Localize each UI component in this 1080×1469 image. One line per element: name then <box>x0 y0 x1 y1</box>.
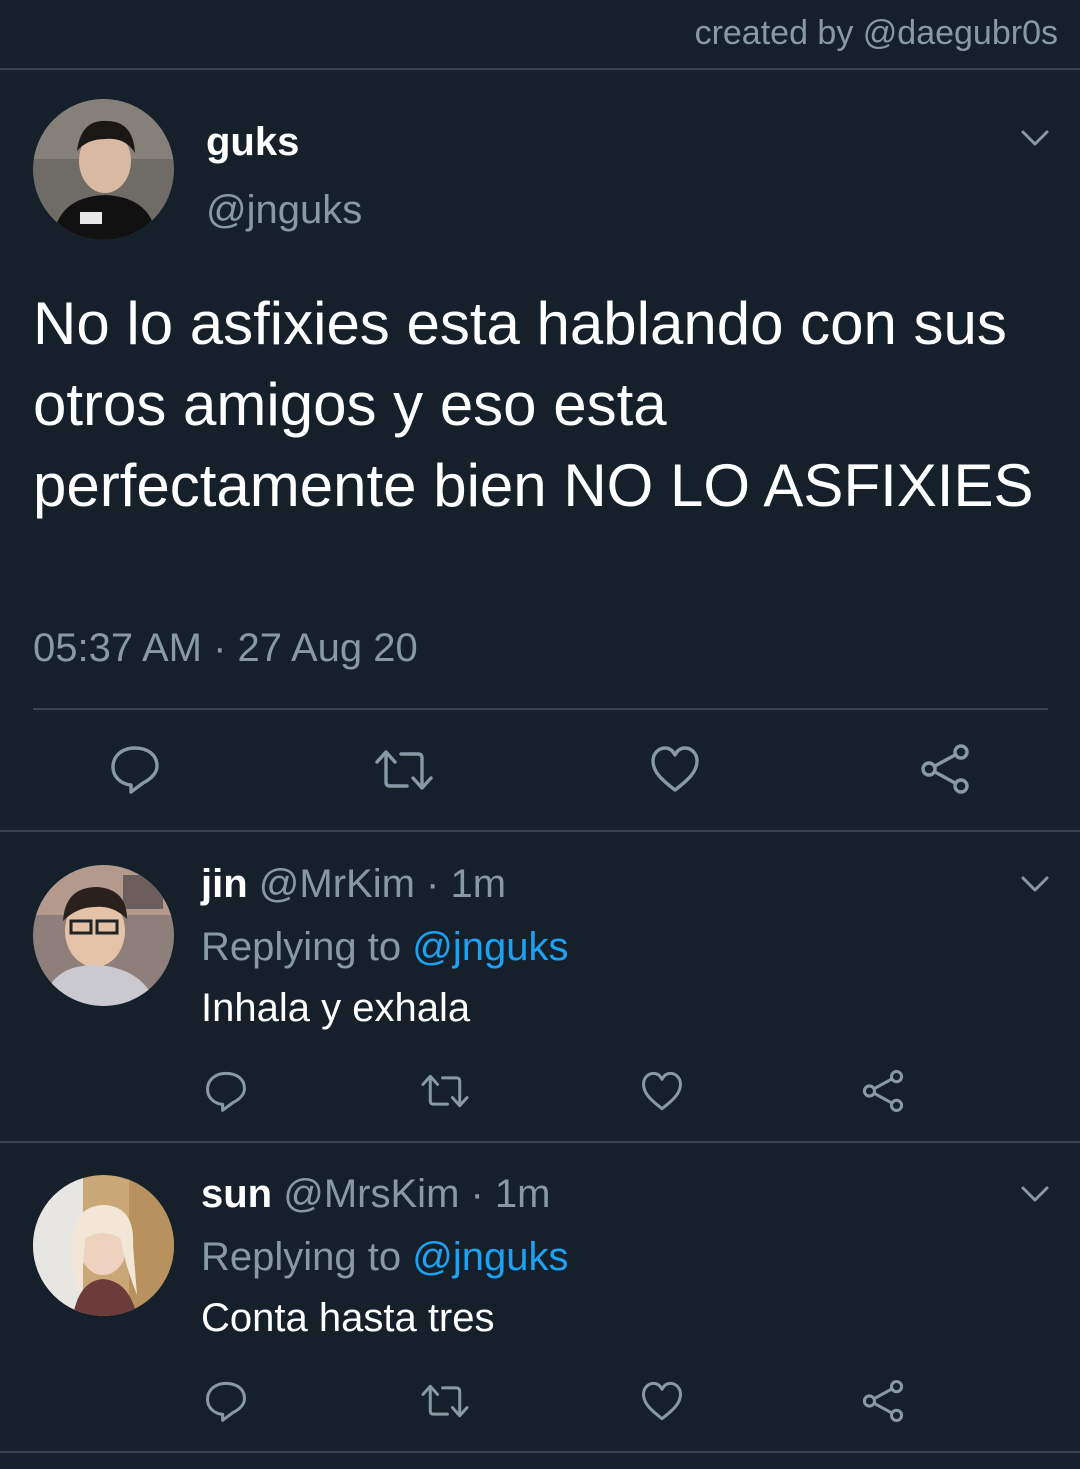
reply-divider <box>0 1141 1080 1143</box>
share-icon[interactable] <box>861 1379 905 1423</box>
reply-icon[interactable] <box>205 1380 247 1422</box>
reply-avatar[interactable] <box>33 865 174 1006</box>
reply-header: sun @MrsKim · 1m <box>201 1172 551 1217</box>
reply-meta: @MrsKim · 1m <box>283 1172 551 1216</box>
reply-icon[interactable] <box>205 1070 247 1112</box>
chevron-down-icon[interactable] <box>1020 1184 1050 1204</box>
reply-divider <box>0 1451 1080 1453</box>
retweet-icon[interactable] <box>375 748 433 792</box>
reply-text: Inhala y exhala <box>201 986 471 1030</box>
author-handle[interactable]: @jnguks <box>206 188 362 233</box>
replying-to: Replying to @jnguks <box>201 1235 568 1280</box>
credit-text: created by @daegubr0s <box>694 14 1058 52</box>
reply-icon[interactable] <box>110 744 160 794</box>
tweet-text: No lo asfixies esta hablando con sus otr… <box>33 290 1034 519</box>
chevron-down-icon[interactable] <box>1020 128 1050 148</box>
reply-avatar[interactable] <box>33 1175 174 1316</box>
replying-label: Replying to <box>201 925 402 969</box>
reply-author-name[interactable]: sun <box>201 1172 272 1216</box>
like-icon[interactable] <box>641 1380 683 1422</box>
tweet-divider <box>33 708 1048 710</box>
share-icon[interactable] <box>861 1069 905 1113</box>
chevron-down-icon[interactable] <box>1020 874 1050 894</box>
retweet-icon[interactable] <box>421 1073 469 1109</box>
reply-text: Conta hasta tres <box>201 1296 495 1340</box>
author-avatar[interactable] <box>33 99 174 240</box>
replying-mention[interactable]: @jnguks <box>412 925 568 969</box>
replying-mention[interactable]: @jnguks <box>412 1235 568 1279</box>
replying-label: Replying to <box>201 1235 402 1279</box>
replying-to: Replying to @jnguks <box>201 925 568 970</box>
like-icon[interactable] <box>650 744 700 794</box>
retweet-icon[interactable] <box>421 1383 469 1419</box>
share-icon[interactable] <box>919 743 971 795</box>
tweet-bottom-divider <box>0 830 1080 832</box>
reply-header: jin @MrKim · 1m <box>201 862 506 907</box>
tweet-timestamp: 05:37 AM · 27 Aug 20 <box>33 626 418 670</box>
header-divider <box>0 68 1080 70</box>
reply-author-name[interactable]: jin <box>201 862 248 906</box>
like-icon[interactable] <box>641 1070 683 1112</box>
reply-meta: @MrKim · 1m <box>258 862 507 906</box>
author-name[interactable]: guks <box>206 120 299 165</box>
